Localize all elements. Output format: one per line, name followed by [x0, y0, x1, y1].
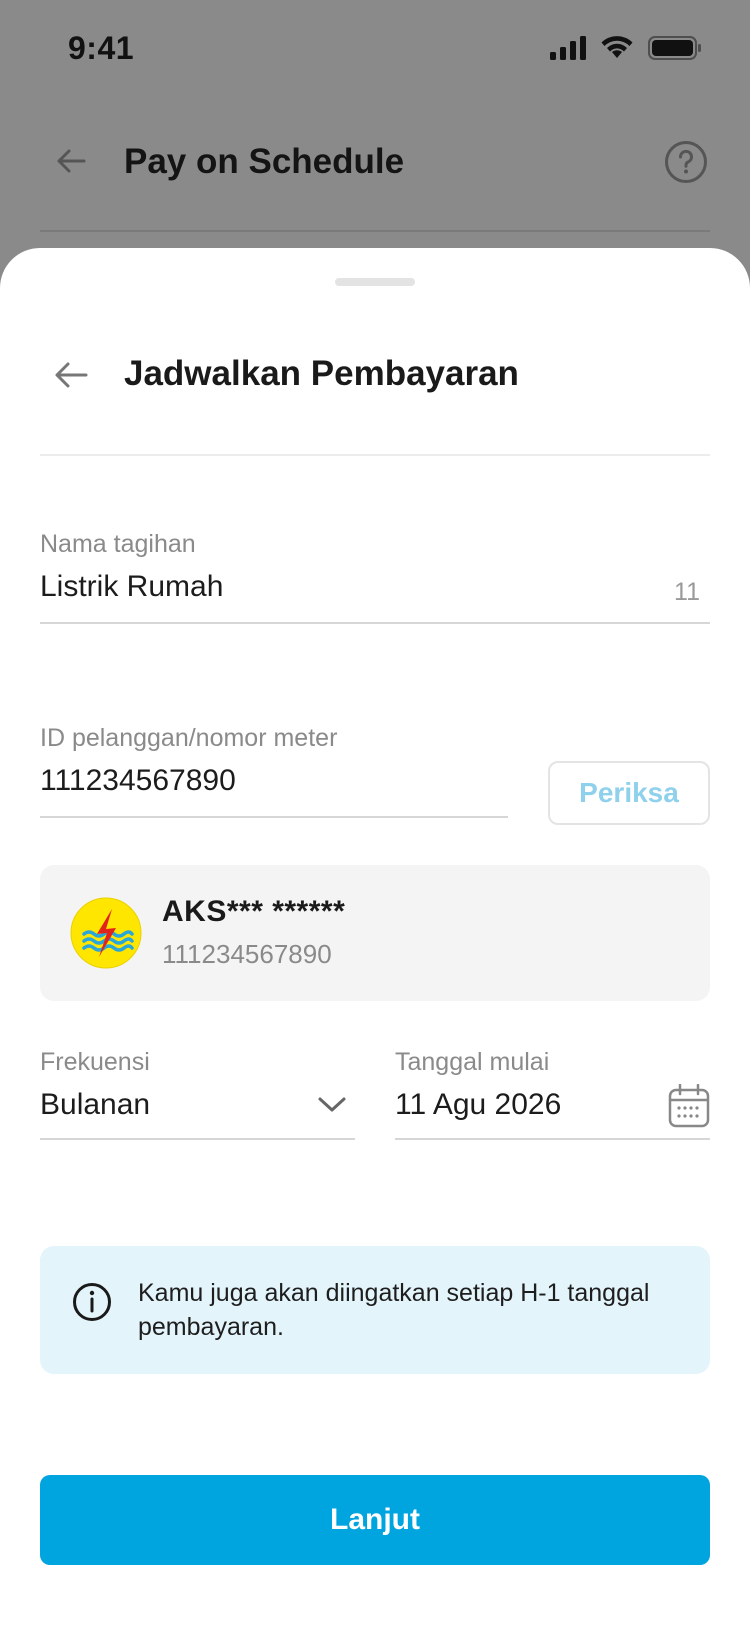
wifi-icon [601, 36, 633, 58]
customer-card: AKS*** ****** 111234567890 [40, 865, 710, 1001]
bottom-sheet: Jadwalkan Pembayaran Nama tagihan Listri… [0, 248, 750, 1625]
frequency-value: Bulanan [40, 1088, 151, 1121]
chevron-down-icon [318, 1097, 346, 1112]
background-header: Pay on Schedule [40, 128, 710, 232]
background-page-title: Pay on Schedule [124, 142, 405, 181]
info-banner: Kamu juga akan diingatkan setiap H-1 tan… [40, 1246, 710, 1374]
battery-icon [648, 36, 701, 60]
customer-id-label: ID pelanggan/nomor meter [40, 724, 338, 752]
character-counter: 11 [674, 578, 700, 606]
status-icons [550, 36, 702, 60]
info-icon [73, 1283, 111, 1321]
pln-logo-icon [70, 897, 142, 969]
customer-id-value: 111234567890 [162, 939, 332, 969]
calendar-icon [668, 1084, 710, 1128]
status-time: 9:41 [68, 30, 135, 66]
start-date-field[interactable]: Tanggal mulai 11 Agu 2026 [395, 1048, 710, 1148]
frequency-label: Frekuensi [40, 1048, 150, 1076]
back-arrow-icon[interactable] [52, 356, 90, 394]
start-date-underline [395, 1138, 710, 1140]
cellular-signal-icon [550, 36, 586, 60]
bill-name-underline [40, 622, 710, 624]
customer-name: AKS*** ****** [162, 895, 346, 928]
continue-button[interactable]: Lanjut [40, 1475, 710, 1565]
bill-name-input[interactable]: Listrik Rumah [40, 570, 223, 604]
sheet-header: Jadwalkan Pembayaran [40, 336, 710, 456]
bill-name-label: Nama tagihan [40, 530, 196, 558]
sheet-title: Jadwalkan Pembayaran [124, 354, 519, 393]
sheet-grabber[interactable] [335, 278, 415, 286]
frequency-dropdown[interactable]: Frekuensi Bulanan [40, 1048, 355, 1148]
status-bar: 9:41 [0, 0, 750, 100]
check-button[interactable]: Periksa [548, 761, 710, 825]
back-arrow-icon[interactable] [54, 144, 88, 178]
help-icon[interactable] [664, 140, 708, 184]
start-date-label: Tanggal mulai [395, 1048, 550, 1076]
customer-id-underline [40, 816, 508, 818]
info-text: Kamu juga akan diingatkan setiap H-1 tan… [138, 1279, 650, 1341]
customer-id-input[interactable]: 111234567890 [40, 764, 236, 798]
start-date-value: 11 Agu 2026 [395, 1088, 562, 1121]
frequency-underline [40, 1138, 355, 1140]
